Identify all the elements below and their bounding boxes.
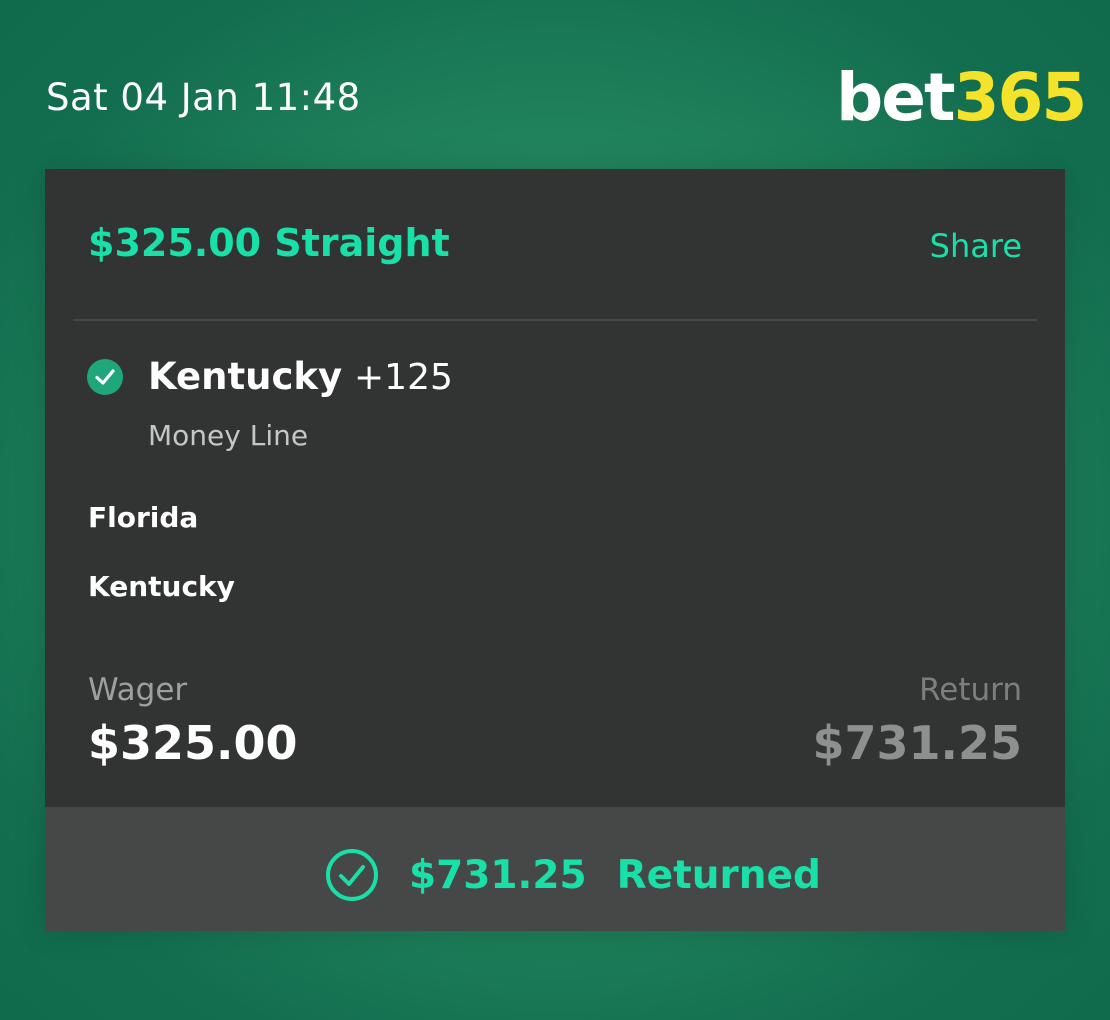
team-away: Kentucky [88, 570, 235, 603]
returned-status: Returned [616, 852, 821, 898]
check-circle-icon [87, 359, 123, 395]
result-row: $731.25 Returned [325, 845, 821, 905]
wager-value: $325.00 [88, 716, 298, 770]
returned-amount: $731.25 [409, 852, 587, 898]
return-label: Return [919, 672, 1022, 708]
divider [73, 319, 1037, 321]
wager-label: Wager [88, 672, 188, 708]
logo-text-main: bet [836, 59, 956, 136]
bet365-logo: bet365 [836, 59, 1088, 136]
selection-name: Kentucky [148, 355, 343, 398]
bet-title: $325.00 Straight [88, 221, 450, 265]
bet-card: $325.00 Straight Share Kentucky +125 Mon… [45, 169, 1065, 931]
result-footer: $731.25 Returned [45, 807, 1065, 931]
team-home: Florida [88, 501, 199, 534]
share-button[interactable]: Share [930, 227, 1022, 265]
header-datetime: Sat 04 Jan 11:48 [46, 76, 361, 119]
logo-text-number: 365 [953, 59, 1088, 136]
market-type: Money Line [148, 419, 309, 452]
check-circle-outline-icon [326, 849, 378, 901]
return-value: $731.25 [812, 716, 1022, 770]
selection-odds: +125 [354, 357, 453, 398]
